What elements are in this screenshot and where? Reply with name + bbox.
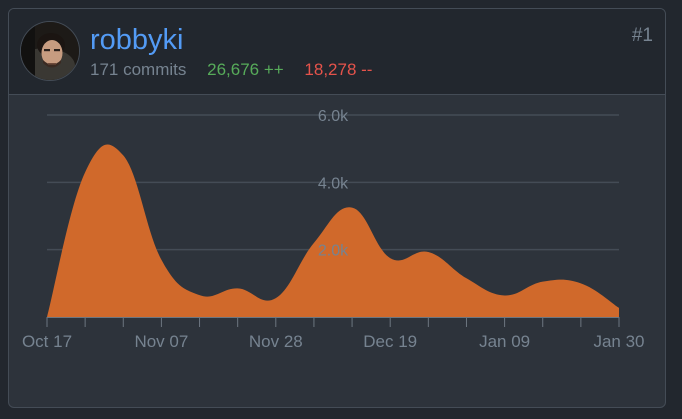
deletions-count: 18,278 -- bbox=[304, 60, 373, 79]
y-tick-label: 2.0k bbox=[318, 243, 349, 260]
x-tick-label: Jan 09 bbox=[479, 332, 530, 351]
additions-count: 26,676 ++ bbox=[207, 60, 284, 79]
username-link[interactable]: robbyki bbox=[90, 23, 184, 57]
x-tick-label: Dec 19 bbox=[363, 332, 417, 351]
contribution-area bbox=[47, 144, 619, 317]
x-tick-label: Jan 30 bbox=[593, 332, 644, 351]
x-tick-label: Nov 07 bbox=[134, 332, 188, 351]
rank-number: #1 bbox=[631, 25, 653, 46]
x-tick-label: Oct 17 bbox=[22, 332, 72, 351]
card-header: robbyki 171 commits 26,676 ++ 18,278 -- … bbox=[9, 9, 665, 95]
avatar-image bbox=[21, 22, 79, 80]
contribution-chart: 2.0k 4.0k 6.0k Oct 17 Nov 07 Nov 28 Dec 19 Jan … bbox=[9, 95, 665, 407]
chart-svg: 2.0k 4.0k 6.0k Oct 17 Nov 07 Nov 28 Dec 19 Jan … bbox=[22, 108, 645, 351]
x-tick-label: Nov 28 bbox=[249, 332, 303, 351]
contribution-stats: 171 commits 26,676 ++ 18,278 -- bbox=[90, 60, 372, 80]
y-tick-label: 6.0k bbox=[318, 108, 349, 125]
contributor-card: robbyki 171 commits 26,676 ++ 18,278 -- … bbox=[8, 8, 666, 408]
commit-count[interactable]: 171 commits bbox=[90, 60, 186, 79]
avatar[interactable] bbox=[20, 21, 80, 81]
y-tick-label: 4.0k bbox=[318, 175, 349, 192]
